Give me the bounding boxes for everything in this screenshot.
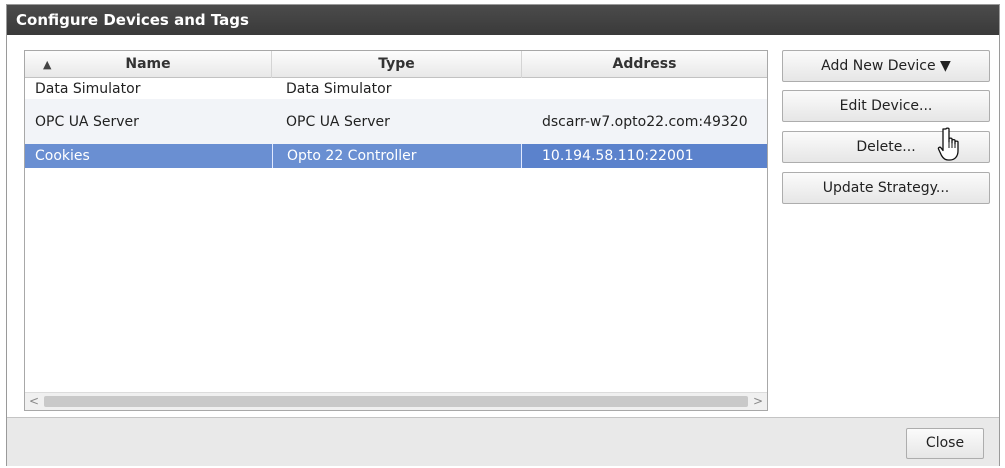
horizontal-scrollbar[interactable]: < > bbox=[25, 392, 767, 410]
column-header-type[interactable]: Type bbox=[272, 51, 522, 78]
chevron-right-icon[interactable]: > bbox=[749, 393, 767, 410]
hand-pointer-icon bbox=[937, 127, 959, 161]
update-strategy-button[interactable]: Update Strategy... bbox=[782, 172, 990, 204]
table-body: Data Simulator Data Simulator OPC UA Ser… bbox=[25, 79, 767, 168]
close-button[interactable]: Close bbox=[906, 428, 984, 459]
cell-name: OPC UA Server bbox=[35, 113, 139, 130]
cell-type: Opto 22 Controller bbox=[272, 144, 522, 168]
dialog-content: ▲ Name Type Address Data Simulator Data … bbox=[7, 35, 999, 417]
column-header-name-label: Name bbox=[125, 56, 171, 72]
edit-device-button[interactable]: Edit Device... bbox=[782, 90, 990, 122]
devices-table: ▲ Name Type Address Data Simulator Data … bbox=[24, 50, 768, 411]
cell-type: Data Simulator bbox=[286, 81, 392, 97]
cell-type: OPC UA Server bbox=[286, 113, 390, 130]
chevron-left-icon[interactable]: < bbox=[25, 393, 43, 410]
dialog-title: Configure Devices and Tags bbox=[7, 5, 999, 35]
cell-address bbox=[522, 79, 767, 99]
cell-name: Cookies bbox=[35, 148, 90, 164]
dialog-footer: Close bbox=[7, 417, 999, 466]
column-header-type-label: Type bbox=[378, 56, 415, 72]
table-row[interactable]: OPC UA Server OPC UA Server dscarr-w7.op… bbox=[25, 99, 767, 144]
column-header-address-label: Address bbox=[612, 56, 677, 72]
sort-ascending-icon: ▲ bbox=[43, 58, 52, 71]
table-header: ▲ Name Type Address bbox=[25, 51, 767, 78]
cell-address: dscarr-w7.opto22.com:49320 bbox=[542, 113, 748, 130]
add-new-device-button[interactable]: Add New Device ▼ bbox=[782, 50, 990, 82]
configure-devices-dialog: Configure Devices and Tags ▲ Name Type A… bbox=[6, 4, 1000, 466]
cell-address: 10.194.58.110:22001 bbox=[522, 144, 767, 168]
table-row[interactable]: Data Simulator Data Simulator bbox=[25, 79, 767, 99]
cell-name: Data Simulator bbox=[35, 81, 141, 97]
scrollbar-thumb[interactable] bbox=[44, 396, 748, 407]
column-header-name[interactable]: ▲ Name bbox=[25, 51, 272, 78]
column-header-address[interactable]: Address bbox=[522, 51, 767, 78]
table-row-selected[interactable]: Cookies Opto 22 Controller 10.194.58.110… bbox=[25, 144, 767, 168]
